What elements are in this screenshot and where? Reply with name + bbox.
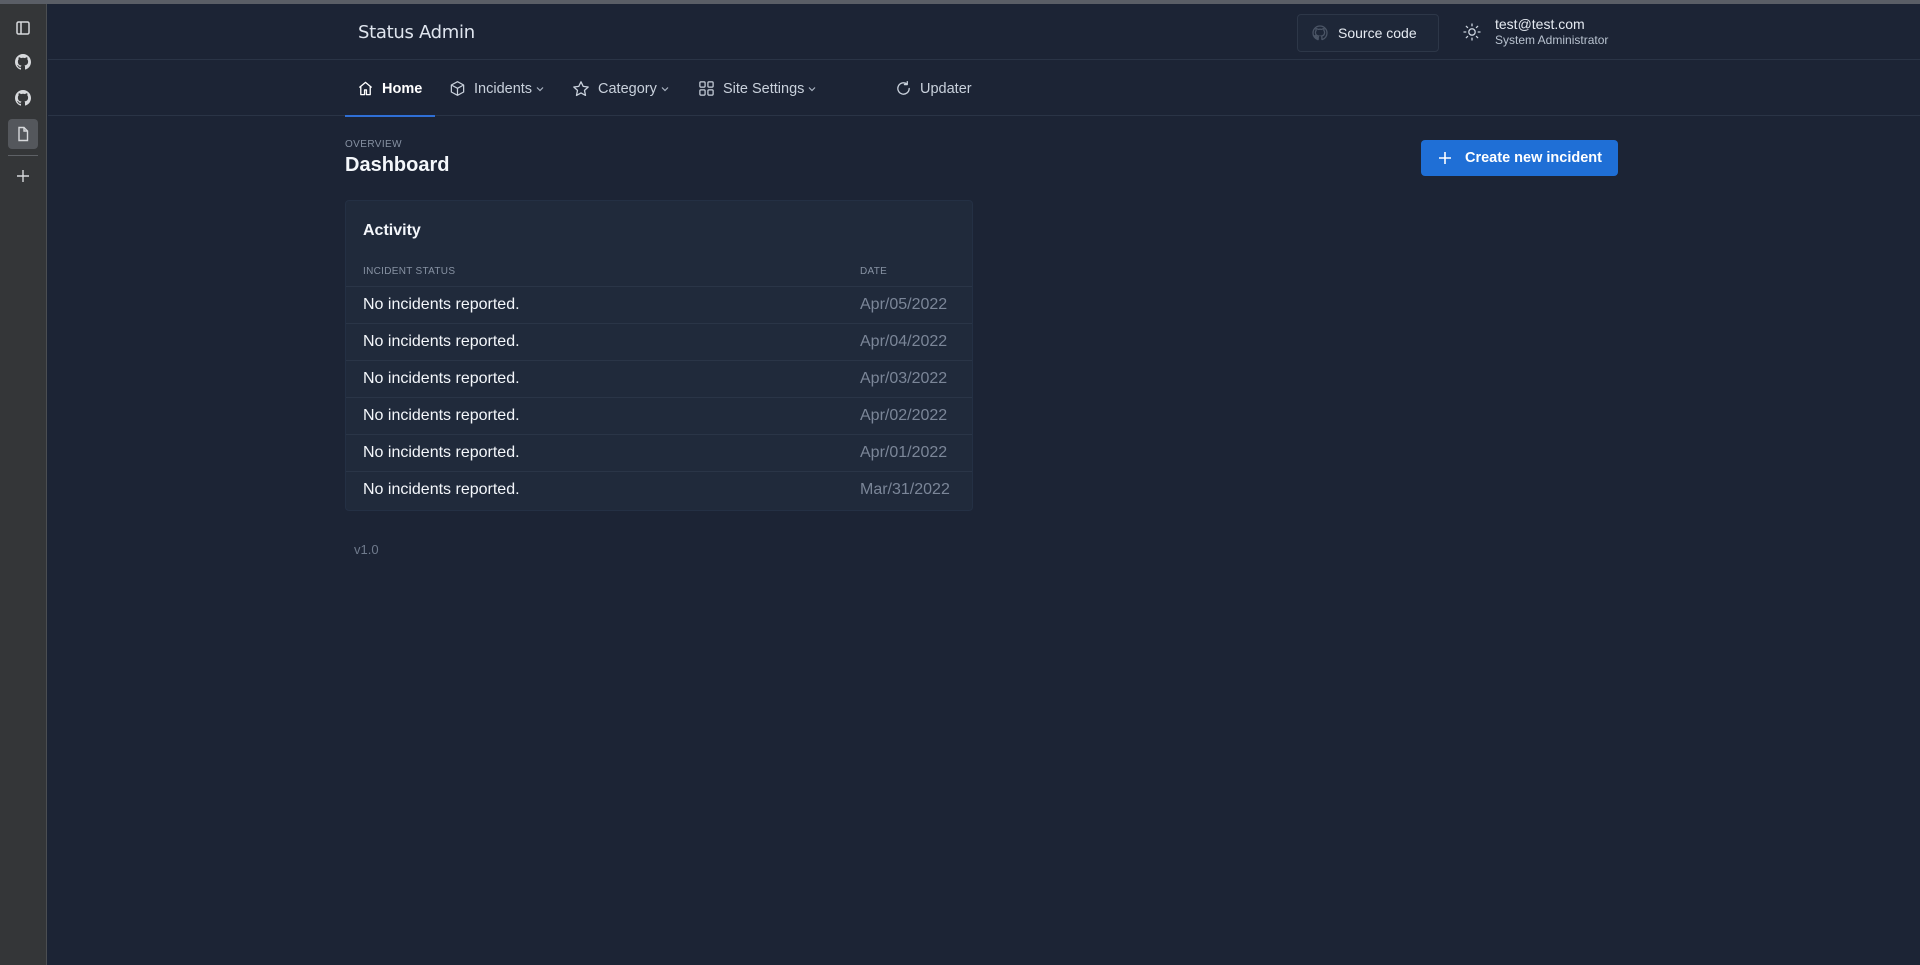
row-status: No incidents reported. — [363, 370, 520, 387]
box-icon — [450, 81, 465, 96]
app-window: Status Admin Source code test@test.com S… — [48, 4, 1920, 965]
activity-title: Activity — [363, 222, 421, 239]
row-status: No incidents reported. — [363, 444, 520, 461]
nav-site-settings-label: Site Settings — [723, 80, 805, 97]
row-status: No incidents reported. — [363, 333, 520, 350]
table-row: No incidents reported. Mar/31/2022 — [346, 471, 972, 508]
nav-updater[interactable]: Updater — [883, 61, 984, 116]
chevron-down-icon — [661, 86, 669, 91]
github-icon — [1312, 25, 1328, 41]
github-icon — [15, 54, 31, 70]
main-nav: Home Incidents Category Site Settings Up… — [48, 61, 1920, 117]
create-incident-button[interactable]: Create new incident — [1421, 140, 1618, 176]
panel-toggle-button[interactable] — [8, 13, 38, 43]
sun-icon — [1463, 23, 1481, 41]
column-header-status: INCIDENT STATUS — [363, 266, 456, 277]
row-status: No incidents reported. — [363, 407, 520, 424]
activity-card: Activity INCIDENT STATUS DATE No inciden… — [345, 200, 973, 511]
table-row: No incidents reported. Apr/05/2022 — [346, 286, 972, 323]
row-status: No incidents reported. — [363, 481, 520, 498]
nav-updater-label: Updater — [920, 80, 972, 97]
activity-table-body: No incidents reported. Apr/05/2022 No in… — [346, 286, 972, 508]
row-date: Apr/04/2022 — [860, 333, 948, 350]
user-menu[interactable]: test@test.com System Administrator — [1495, 15, 1608, 48]
star-icon — [573, 80, 589, 96]
user-role: System Administrator — [1495, 33, 1609, 47]
plus-icon — [17, 170, 29, 182]
chevron-down-icon — [536, 86, 544, 91]
column-header-date: DATE — [860, 266, 888, 277]
user-email: test@test.com — [1495, 16, 1585, 32]
chevron-down-icon — [808, 86, 816, 91]
nav-category[interactable]: Category — [560, 61, 681, 116]
nav-home[interactable]: Home — [345, 61, 435, 117]
nav-incidents[interactable]: Incidents — [437, 61, 556, 116]
nav-incidents-label: Incidents — [474, 80, 533, 97]
refresh-icon — [897, 81, 910, 95]
table-row: No incidents reported. Apr/03/2022 — [346, 360, 972, 397]
table-row: No incidents reported. Apr/01/2022 — [346, 434, 972, 471]
source-code-label: Source code — [1338, 25, 1417, 41]
table-row: No incidents reported. Apr/02/2022 — [346, 397, 972, 434]
row-date: Apr/01/2022 — [860, 444, 948, 461]
github-tab-button-2[interactable] — [8, 83, 38, 113]
row-date: Apr/03/2022 — [860, 370, 948, 387]
top-header: Status Admin Source code test@test.com S… — [48, 4, 1920, 60]
page-overline: OVERVIEW — [345, 139, 402, 150]
app-title[interactable]: Status Admin — [358, 22, 475, 43]
theme-toggle-button[interactable] — [1462, 22, 1482, 42]
plus-icon — [1439, 152, 1451, 164]
nav-site-settings[interactable]: Site Settings — [686, 61, 828, 116]
rail-divider — [8, 155, 38, 156]
nav-category-label: Category — [598, 80, 657, 97]
nav-home-label: Home — [382, 80, 423, 97]
app-version: v1.0 — [354, 542, 379, 557]
table-row: No incidents reported. Apr/04/2022 — [346, 323, 972, 360]
row-status: No incidents reported. — [363, 296, 520, 313]
row-date: Apr/02/2022 — [860, 407, 948, 424]
github-icon — [15, 90, 31, 106]
source-code-button[interactable]: Source code — [1297, 14, 1439, 52]
browser-sidebar — [0, 4, 47, 965]
panel-icon — [16, 21, 30, 35]
grid-icon — [699, 81, 714, 96]
create-incident-label: Create new incident — [1465, 150, 1602, 166]
github-tab-button[interactable] — [8, 47, 38, 77]
home-icon — [358, 81, 373, 96]
document-tab-button[interactable] — [8, 119, 38, 149]
add-tab-button[interactable] — [8, 161, 38, 191]
table-header: INCIDENT STATUS DATE — [346, 260, 972, 286]
row-date: Mar/31/2022 — [860, 481, 950, 498]
row-date: Apr/05/2022 — [860, 296, 948, 313]
page-title: Dashboard — [345, 154, 450, 176]
document-icon — [18, 126, 29, 142]
